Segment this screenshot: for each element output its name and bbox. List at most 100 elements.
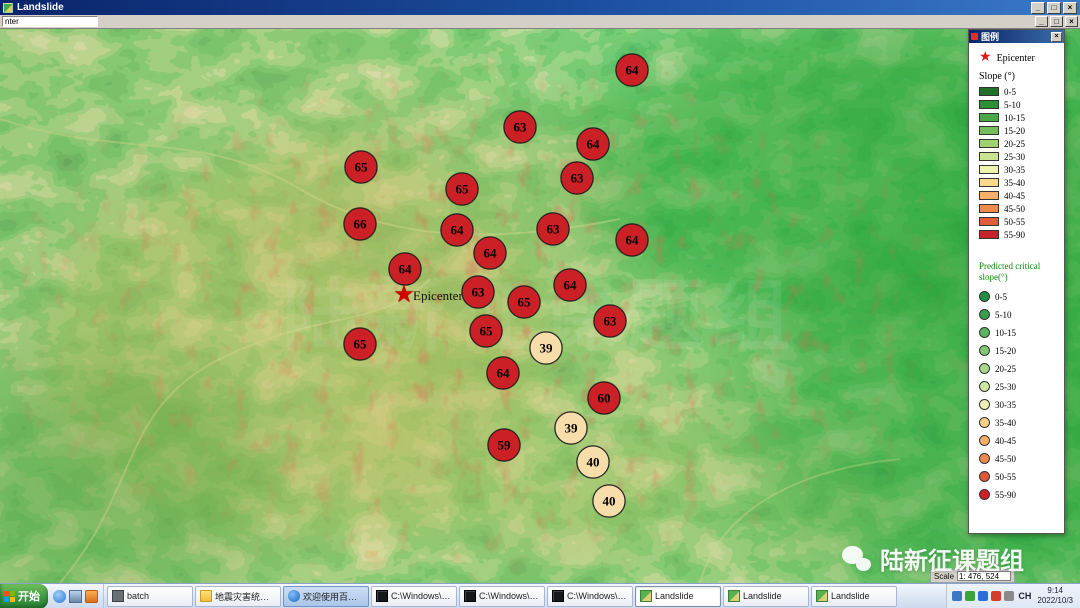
map-point[interactable]: 65 (446, 173, 479, 206)
tray-icon-red[interactable] (991, 591, 1001, 601)
map-point[interactable]: 63 (537, 213, 570, 246)
slope-swatch (979, 204, 999, 213)
map-point[interactable]: 65 (345, 151, 378, 184)
language-indicator[interactable]: CH (1018, 591, 1031, 601)
slope-swatch (979, 87, 999, 96)
map-point[interactable]: 60 (588, 382, 621, 415)
taskbar-button-label: 地震灾害统计置程... (215, 590, 276, 603)
child-minimize-button[interactable]: _ (1035, 16, 1048, 27)
predicted-swatch (979, 291, 990, 302)
volume-icon[interactable] (1004, 591, 1014, 601)
map-point[interactable]: 39 (555, 412, 588, 445)
legend-class-label: 5-10 (995, 310, 1012, 320)
legend-window-icon (971, 33, 978, 40)
map-point[interactable]: 63 (462, 276, 495, 309)
legend-class-label: 15-20 (995, 346, 1016, 356)
map-point[interactable]: 59 (488, 429, 521, 462)
brand-watermark: 陆新征课题组 (842, 541, 1024, 576)
legend-close-button[interactable]: × (1051, 32, 1062, 42)
map-point[interactable]: 65 (344, 328, 377, 361)
taskbar-button[interactable]: C:\Windows\syst... (371, 586, 457, 607)
brand-watermark-text: 陆新征课题组 (880, 541, 1024, 576)
toolbar: _ □ × (0, 15, 1080, 29)
legend-row: 25-30 (979, 378, 1062, 396)
legend-class-label: 20-25 (1004, 139, 1025, 149)
legend-row: 20-25 (979, 137, 1062, 150)
start-button[interactable]: 开始 (0, 584, 48, 608)
map-point[interactable]: 64 (474, 237, 507, 270)
legend-class-label: 50-55 (995, 472, 1016, 482)
predicted-swatch (979, 489, 990, 500)
map-point[interactable]: 40 (593, 485, 626, 518)
legend-row: 40-45 (979, 189, 1062, 202)
map-point[interactable]: 64 (441, 214, 474, 247)
map-point[interactable]: 64 (577, 128, 610, 161)
ie-icon[interactable] (53, 590, 66, 603)
map-point[interactable]: 65 (508, 286, 541, 319)
slope-swatch (979, 230, 999, 239)
legend-class-label: 15-20 (1004, 126, 1025, 136)
taskbar-button-label: Landslide (831, 591, 870, 601)
map-point[interactable]: 63 (504, 111, 537, 144)
map-point[interactable]: 64 (616, 224, 649, 257)
map-point[interactable]: 64 (554, 269, 587, 302)
slope-swatch (979, 139, 999, 148)
windows-logo-icon (4, 591, 15, 602)
player-icon[interactable] (85, 590, 98, 603)
title-bar[interactable]: Landslide _ □ × (0, 0, 1080, 15)
map-point[interactable]: 64 (616, 54, 649, 87)
toolbar-input[interactable] (2, 16, 98, 27)
legend-class-label: 35-40 (995, 418, 1016, 428)
taskbar-button[interactable]: Landslide (635, 586, 721, 607)
predicted-section-title: Predicted critical slope(°) (979, 261, 1059, 284)
legend-title-bar[interactable]: 图例 × (969, 30, 1064, 43)
map-point[interactable]: 64 (389, 253, 422, 286)
epicenter-label: Epicenter (413, 288, 463, 304)
legend-class-label: 0-5 (995, 292, 1007, 302)
maximize-button[interactable]: □ (1047, 2, 1061, 14)
legend-row: 30-35 (979, 163, 1062, 176)
map-point[interactable]: 40 (577, 446, 610, 479)
close-button[interactable]: × (1063, 2, 1077, 14)
slope-swatch (979, 126, 999, 135)
cmd-icon (464, 590, 476, 602)
legend-class-label: 25-30 (1004, 152, 1025, 162)
legend-class-label: 45-50 (1004, 204, 1025, 214)
taskbar-button-label: 欢迎使用百度网盘 (303, 590, 364, 603)
legend-row: 45-50 (979, 202, 1062, 215)
taskbar: 开始 batch 地震灾害统计置程... 欢迎使用百度网盘 C:\Windows\sy… (0, 583, 1080, 608)
taskbar-button[interactable]: 地震灾害统计置程... (195, 586, 281, 607)
taskbar-button[interactable]: Landslide (723, 586, 809, 607)
legend-row: 55-90 (979, 486, 1062, 504)
map-point[interactable]: 66 (344, 208, 377, 241)
predicted-swatch (979, 471, 990, 482)
legend-class-label: 40-45 (1004, 191, 1025, 201)
taskbar-button[interactable]: 欢迎使用百度网盘 (283, 586, 369, 607)
map-viewport[interactable]: 陆新征课题组 646364656365666364646464646365636… (0, 29, 1080, 583)
taskbar-button[interactable]: Landslide (811, 586, 897, 607)
epicenter-marker[interactable]: ★ (393, 283, 415, 307)
legend-class-label: 25-30 (995, 382, 1016, 392)
system-tray: CH 9:14 2022/10/3 (946, 584, 1080, 608)
taskbar-button[interactable]: C:\Windows\syst... (547, 586, 633, 607)
map-point[interactable]: 63 (594, 305, 627, 338)
tray-icon-shield[interactable] (978, 591, 988, 601)
child-close-button[interactable]: × (1065, 16, 1078, 27)
taskbar-button[interactable]: batch (107, 586, 193, 607)
slope-swatch (979, 165, 999, 174)
predicted-swatch (979, 399, 990, 410)
map-point[interactable]: 64 (487, 357, 520, 390)
map-point[interactable]: 63 (561, 162, 594, 195)
legend-row: 50-55 (979, 468, 1062, 486)
legend-class-label: 45-50 (995, 454, 1016, 464)
desktop-icon[interactable] (69, 590, 82, 603)
taskbar-clock[interactable]: 9:14 2022/10/3 (1035, 586, 1075, 607)
tray-icon-green[interactable] (965, 591, 975, 601)
minimize-button[interactable]: _ (1031, 2, 1045, 14)
map-point[interactable]: 65 (470, 315, 503, 348)
tray-icon-blue[interactable] (952, 591, 962, 601)
netdisk-icon (288, 590, 300, 602)
child-restore-button[interactable]: □ (1050, 16, 1063, 27)
map-point[interactable]: 39 (530, 332, 563, 365)
taskbar-button[interactable]: C:\Windows\syst... (459, 586, 545, 607)
